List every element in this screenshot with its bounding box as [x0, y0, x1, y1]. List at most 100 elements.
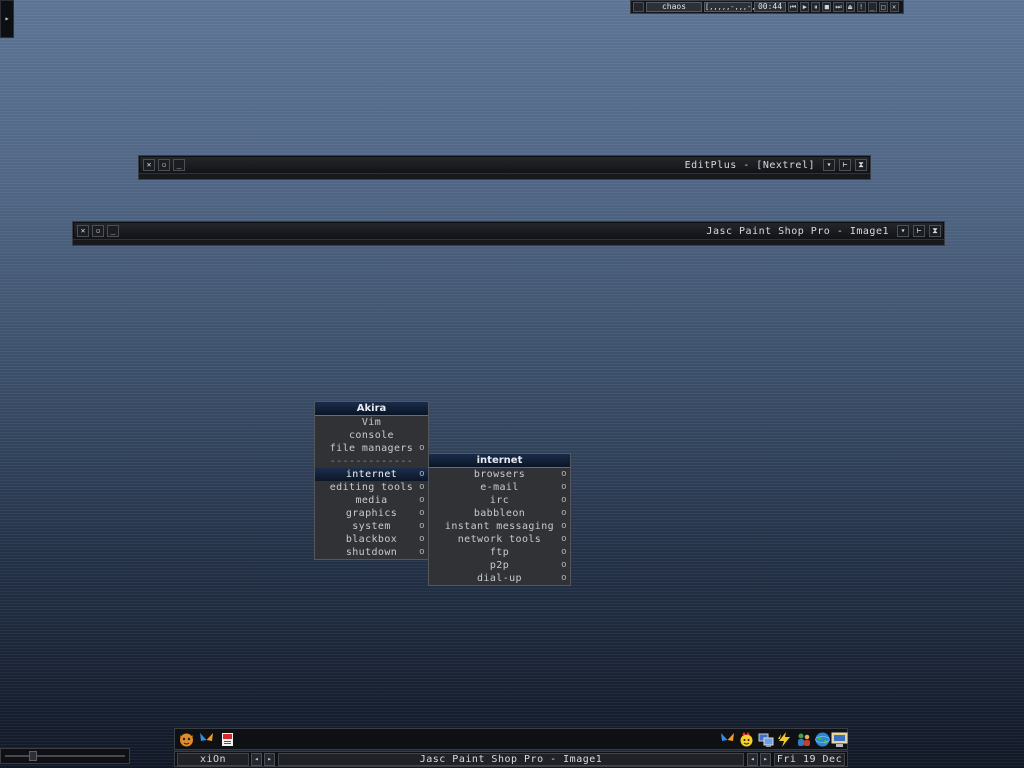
submenu-indicator-icon: o: [419, 443, 425, 453]
previous-track-button[interactable]: ⏮: [788, 2, 799, 12]
shade-icon[interactable]: ⧗: [855, 159, 867, 171]
dropdown-icon[interactable]: ▾: [897, 225, 909, 237]
submenu-indicator-icon: o: [561, 469, 567, 479]
menu-item-label: console: [349, 430, 394, 441]
clock-display: 00:44: [754, 2, 786, 12]
submenu-indicator-icon: o: [561, 573, 567, 583]
menu-item-media[interactable]: media o: [315, 494, 428, 507]
maximize-icon[interactable]: ▫: [158, 159, 170, 171]
workspace-next-button[interactable]: ▸: [264, 753, 275, 766]
submenu-indicator-icon: o: [561, 534, 567, 544]
menu-title: internet: [429, 454, 570, 468]
menu-item-babbleon[interactable]: babbleon o: [429, 507, 570, 520]
menu-item-network-tools[interactable]: network tools o: [429, 533, 570, 546]
submenu-items: browsers o e-mail o irc o babbleon o instant mes…: [429, 468, 570, 585]
menu-item-p2p[interactable]: p2p o: [429, 559, 570, 572]
play-button[interactable]: ▶: [800, 2, 810, 12]
menu-item-instant-messaging[interactable]: instant messaging o: [429, 520, 570, 533]
pin-icon[interactable]: ⊢: [913, 225, 925, 237]
stop-button[interactable]: ■: [822, 2, 832, 12]
menu-item-graphics[interactable]: graphics o: [315, 507, 428, 520]
close-icon[interactable]: ✕: [889, 2, 899, 12]
menu-item-label: shutdown: [345, 547, 398, 558]
pin-icon[interactable]: ⊢: [839, 159, 851, 171]
eject-button[interactable]: ⏏: [845, 2, 855, 12]
network-computer-icon[interactable]: [757, 731, 774, 748]
users-icon[interactable]: [795, 731, 812, 748]
window-titlebar[interactable]: ✕ ▫ _ Jasc Paint Shop Pro - Image1 ▾ ⊢ ⧗: [74, 223, 943, 240]
toolbar-menu-button[interactable]: [633, 2, 644, 12]
butterfly-icon[interactable]: [719, 731, 736, 748]
workspace-prev-button[interactable]: ◂: [251, 753, 262, 766]
close-icon[interactable]: ✕: [77, 225, 89, 237]
menu-item-label: irc: [489, 495, 510, 506]
menu-item-file-managers[interactable]: file managers o: [315, 442, 428, 455]
menu-item-ftp[interactable]: ftp o: [429, 546, 570, 559]
lightning-icon[interactable]: [776, 731, 793, 748]
cat-face-icon[interactable]: [178, 731, 195, 748]
menu-item-label: blackbox: [345, 534, 398, 545]
menu-item-irc[interactable]: irc o: [429, 494, 570, 507]
menu-item-label: dial-up: [477, 573, 522, 584]
monitor-icon[interactable]: [831, 731, 848, 748]
slider-track: [5, 755, 125, 757]
menu-item-system[interactable]: system o: [315, 520, 428, 533]
alert-button[interactable]: !: [856, 2, 866, 12]
menu-item-label: instant messaging: [444, 521, 555, 532]
menu-item-editing-tools[interactable]: editing tools o: [315, 481, 428, 494]
red-document-icon[interactable]: [219, 731, 236, 748]
menu-item-vim[interactable]: Vim: [315, 416, 428, 429]
slider-handle[interactable]: [29, 751, 37, 761]
date-display: Fri 19 Dec: [774, 753, 845, 766]
menu-item-e-mail[interactable]: e-mail o: [429, 481, 570, 494]
submenu-indicator-icon: o: [561, 521, 567, 531]
minimize-icon[interactable]: _: [107, 225, 119, 237]
globe-icon[interactable]: [814, 731, 831, 748]
menu-item-dial-up[interactable]: dial-up o: [429, 572, 570, 585]
menu-item-label: system: [352, 521, 391, 532]
window-bottom-frame: [73, 239, 944, 245]
workspace-label[interactable]: chaos: [646, 2, 702, 12]
menu-item-label: file managers: [329, 443, 414, 454]
root-menu-items: Vim console file managers o ------------- int…: [315, 416, 428, 559]
task-next-button[interactable]: ▸: [760, 753, 771, 766]
menu-item-browsers[interactable]: browsers o: [429, 468, 570, 481]
menu-item-label: -------------: [329, 456, 414, 467]
submenu-indicator-icon: o: [561, 547, 567, 557]
window-titlebar[interactable]: ✕ ▫ _ EditPlus - [Nextrel] ▾ ⊢ ⧗: [140, 157, 869, 174]
menu-item-label: e-mail: [480, 482, 519, 493]
menu-item-blackbox[interactable]: blackbox o: [315, 533, 428, 546]
butterfly-icon[interactable]: [198, 731, 215, 748]
restore-icon[interactable]: □: [878, 2, 888, 12]
menu-item-shutdown[interactable]: shutdown o: [315, 546, 428, 559]
shade-icon[interactable]: ⧗: [929, 225, 941, 237]
paintshop-window: ✕ ▫ _ Jasc Paint Shop Pro - Image1 ▾ ⊢ ⧗: [72, 221, 945, 246]
root-menu: Akira Vim console file managers o ----------…: [314, 401, 429, 560]
menu-item-console[interactable]: console: [315, 429, 428, 442]
menu-item-label: media: [355, 495, 388, 506]
window-title: Jasc Paint Shop Pro - Image1: [706, 225, 889, 237]
task-prev-button[interactable]: ◂: [747, 753, 758, 766]
submenu-indicator-icon: o: [419, 534, 425, 544]
menu-item-internet[interactable]: internet o: [315, 468, 428, 481]
volume-slider[interactable]: [0, 748, 130, 764]
workspace-name[interactable]: xiOn: [177, 753, 249, 766]
editplus-window: ✕ ▫ _ EditPlus - [Nextrel] ▾ ⊢ ⧗: [138, 155, 871, 180]
corner-toggle-button[interactable]: ▸: [0, 0, 14, 38]
next-track-button[interactable]: ⏭: [833, 2, 844, 12]
active-task-button[interactable]: Jasc Paint Shop Pro - Image1: [278, 753, 744, 766]
submenu-indicator-icon: o: [419, 469, 425, 479]
smiley-flame-icon[interactable]: [738, 731, 755, 748]
submenu-indicator-icon: o: [561, 495, 567, 505]
dropdown-icon[interactable]: ▾: [823, 159, 835, 171]
maximize-icon[interactable]: ▫: [92, 225, 104, 237]
minimize-icon[interactable]: _: [173, 159, 185, 171]
pause-button[interactable]: ⏸: [811, 2, 821, 12]
menu-item-label: browsers: [473, 469, 526, 480]
submenu-indicator-icon: o: [419, 508, 425, 518]
submenu-indicator-icon: o: [561, 482, 567, 492]
media-progress[interactable]: [,,,,,-,,,-,,]: [704, 2, 764, 12]
minimize-icon[interactable]: _: [867, 2, 877, 12]
close-icon[interactable]: ✕: [143, 159, 155, 171]
submenu-indicator-icon: o: [419, 547, 425, 557]
